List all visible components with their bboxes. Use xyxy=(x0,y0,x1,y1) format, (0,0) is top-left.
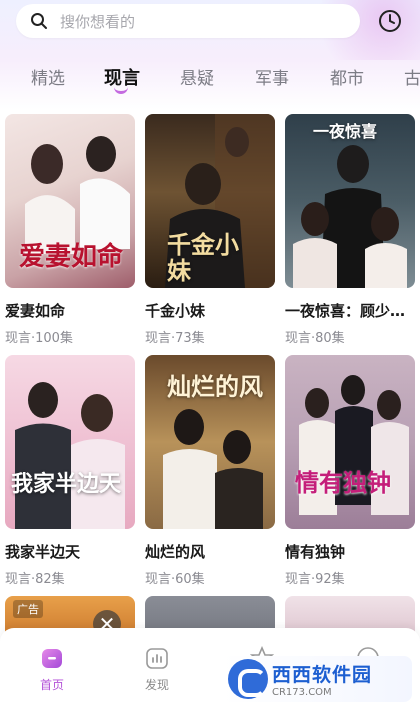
tab-dushi[interactable]: 都市 xyxy=(330,64,364,89)
poster-title-text: 情有独钟 xyxy=(295,468,391,497)
drama-card[interactable]: 一夜惊喜 一夜惊喜：顾少… 现言·80集 xyxy=(285,114,415,346)
card-title: 灿烂的风 xyxy=(145,543,206,561)
card-title: 爱妻如命 xyxy=(5,302,66,320)
poster-image[interactable]: 一夜惊喜 xyxy=(285,114,415,288)
poster-title-text: 我家半边天 xyxy=(11,471,122,497)
watermark-text: 西西软件园 xyxy=(272,664,373,686)
watermark: 西西软件园 CR173.COM xyxy=(222,656,412,702)
poster-title-text: 一夜惊喜 xyxy=(313,122,378,141)
card-meta: 现言·60集 xyxy=(145,572,205,587)
card-title: 我家半边天 xyxy=(5,543,81,561)
home-icon xyxy=(42,649,62,668)
card-meta: 现言·73集 xyxy=(145,331,205,346)
card-meta: 现言·82集 xyxy=(5,572,65,587)
drama-card[interactable]: 我家半边天 我家半边天 现言·82集 xyxy=(5,355,135,587)
poster-image[interactable]: 千金小妹 xyxy=(145,114,275,288)
nav-discover-label: 发现 xyxy=(144,678,169,692)
ad-tag: 广告 xyxy=(13,600,43,618)
tab-xuanyi[interactable]: 悬疑 xyxy=(180,64,214,89)
poster-art xyxy=(15,382,125,529)
nav-home-label: 首页 xyxy=(39,678,64,692)
tab-gu[interactable]: 古 xyxy=(404,64,420,89)
watermark-logo-icon xyxy=(228,659,268,699)
watermark-subtext: CR173.COM xyxy=(272,687,332,698)
tab-junshi[interactable]: 军事 xyxy=(255,64,289,89)
category-tabs: 精选 现言 悬疑 军事 都市 古 xyxy=(0,60,420,100)
search-bar[interactable]: 搜你想看的 xyxy=(16,4,360,38)
tab-active-indicator xyxy=(114,86,128,94)
card-title: 一夜惊喜：顾少… xyxy=(285,302,406,320)
poster-title-text: 爱妻如命 xyxy=(19,242,124,272)
drama-card[interactable]: 爱妻如命 爱妻如命 现言·100集 xyxy=(5,114,135,346)
drama-card[interactable]: 千金小妹 千金小妹 现言·73集 xyxy=(145,114,275,346)
poster-title-text: 灿烂的风 xyxy=(167,372,263,401)
poster-title-text: 千金小妹 xyxy=(167,230,239,285)
search-icon xyxy=(31,13,47,29)
poster-image[interactable]: 爱妻如命 xyxy=(5,114,135,288)
nav-home[interactable]: 首页 xyxy=(22,646,82,693)
card-title: 千金小妹 xyxy=(145,302,206,320)
drama-card[interactable]: 灿烂的风 灿烂的风 现言·60集 xyxy=(145,355,275,587)
card-title: 情有独钟 xyxy=(285,543,346,561)
poster-image[interactable]: 我家半边天 xyxy=(5,355,135,529)
card-meta: 现言·80集 xyxy=(285,331,345,346)
poster-image[interactable]: 情有独钟 xyxy=(285,355,415,529)
chart-icon xyxy=(146,648,168,669)
card-meta: 现言·92集 xyxy=(285,572,345,587)
poster-image[interactable]: 灿烂的风 xyxy=(145,355,275,529)
search-input[interactable]: 搜你想看的 xyxy=(60,11,135,32)
card-meta: 现言·100集 xyxy=(5,331,73,346)
drama-card[interactable]: 情有独钟 情有独钟 现言·92集 xyxy=(285,355,415,587)
nav-discover[interactable]: 发现 xyxy=(127,646,187,693)
tab-jingxuan[interactable]: 精选 xyxy=(31,64,65,89)
poster-art xyxy=(299,375,409,515)
clock-icon[interactable] xyxy=(378,9,402,33)
